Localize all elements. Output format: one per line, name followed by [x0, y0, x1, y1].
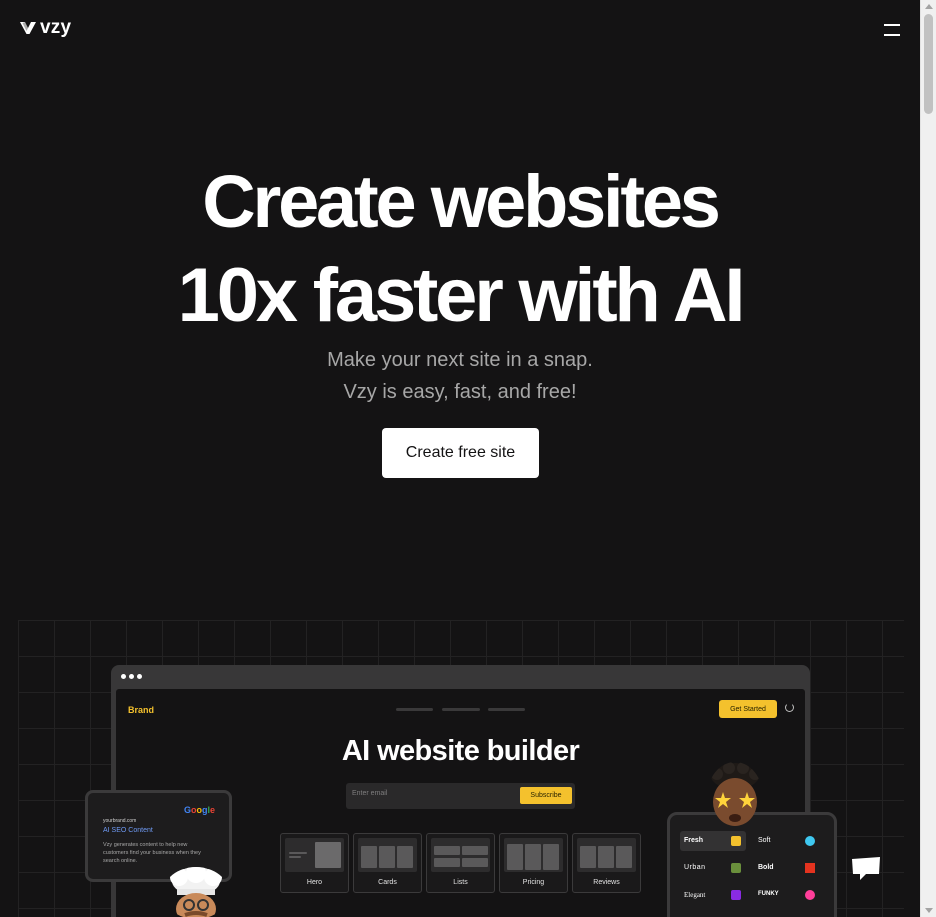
hamburger-icon-bar-bottom: [884, 34, 900, 36]
hero-subtitle-line-1: Make your next site in a snap.: [327, 349, 593, 371]
section-thumbnail: [577, 838, 636, 872]
vzy-logo-mark-icon: [20, 22, 36, 34]
theme-option-soft[interactable]: Soft: [754, 831, 820, 851]
google-seo-card: Google yourbrand.com AI SEO Content Vzy …: [85, 790, 232, 882]
landing-page: vzy Create websites 10x faster with AI M…: [0, 0, 920, 917]
theme-name: Urban: [684, 864, 706, 871]
theme-name: Bold: [758, 864, 774, 871]
hamburger-icon-bar-top: [884, 24, 900, 26]
theme-picker-panel: Fresh Soft Urban Bold Elegant FUNKY: [667, 812, 837, 917]
scroll-down-arrow-icon[interactable]: [925, 908, 933, 913]
chef-memoji-avatar: [170, 867, 222, 917]
theme-swatch: [805, 863, 815, 873]
section-label: Lists: [453, 879, 468, 886]
hero-title-line-2: 10x faster with AI: [177, 253, 746, 338]
star-eyes-memoji-avatar: [711, 762, 761, 826]
create-free-site-button[interactable]: Create free site: [382, 428, 539, 478]
search-result-heading: AI SEO Content: [103, 827, 153, 834]
hero-title-line-1: Create websites: [202, 160, 721, 243]
search-result-description: Vzy generates content to help new custom…: [103, 842, 201, 864]
section-card-reviews[interactable]: Reviews: [572, 833, 641, 893]
mockup-email-form: Enter email Subscribe: [346, 783, 575, 809]
section-thumbnail: [431, 838, 490, 872]
section-label: Pricing: [522, 879, 545, 886]
brand-name: vzy: [40, 17, 72, 38]
page-scrollbar[interactable]: [920, 0, 936, 917]
section-card-pricing[interactable]: Pricing: [499, 833, 568, 893]
mockup-nav-item: [488, 708, 525, 711]
google-logo: Google: [183, 805, 215, 815]
refresh-icon: [785, 703, 794, 712]
theme-option-urban[interactable]: Urban: [680, 858, 746, 878]
section-label: Hero: [306, 879, 323, 886]
theme-option-funky[interactable]: FUNKY: [754, 885, 820, 905]
mockup-email-input[interactable]: Enter email: [352, 790, 387, 797]
mockup-title: AI website builder: [341, 735, 580, 767]
theme-swatch: [731, 890, 741, 900]
theme-swatch: [805, 890, 815, 900]
theme-name: Fresh: [684, 837, 704, 844]
section-thumbnail: [358, 838, 417, 872]
theme-option-fresh[interactable]: Fresh: [680, 831, 746, 851]
hamburger-menu-button[interactable]: [882, 22, 904, 38]
section-label: Reviews: [593, 879, 620, 886]
theme-option-bold[interactable]: Bold: [754, 858, 820, 878]
section-thumbnail: [504, 838, 563, 872]
section-card-cards[interactable]: Cards: [353, 833, 422, 893]
section-card-lists[interactable]: Lists: [426, 833, 495, 893]
theme-option-elegant[interactable]: Elegant: [680, 885, 746, 905]
mockup-get-started-button[interactable]: Get Started: [719, 700, 777, 718]
mockup-nav-item: [442, 708, 480, 711]
vzy-logo[interactable]: vzy: [20, 18, 71, 38]
theme-name: Soft: [758, 837, 771, 844]
mockup-brand: Brand: [128, 705, 155, 715]
chat-bubble-icon[interactable]: [850, 855, 882, 881]
theme-swatch: [731, 863, 741, 873]
hero-subtitle-line-2: Vzy is easy, fast, and free!: [343, 381, 577, 403]
section-label: Cards: [378, 879, 397, 886]
theme-swatch: [805, 836, 815, 846]
scrollbar-thumb[interactable]: [924, 14, 933, 114]
search-result-url: yourbrand.com: [103, 818, 137, 824]
window-dots: [121, 674, 142, 679]
mockup-nav-item: [396, 708, 433, 711]
section-card-hero[interactable]: Hero: [280, 833, 349, 893]
scroll-up-arrow-icon[interactable]: [925, 4, 933, 9]
theme-swatch: [731, 836, 741, 846]
mockup-subscribe-button[interactable]: Subscribe: [520, 787, 572, 804]
theme-name: FUNKY: [758, 891, 779, 897]
theme-name: Elegant: [684, 891, 706, 899]
section-thumbnail: [285, 838, 344, 872]
